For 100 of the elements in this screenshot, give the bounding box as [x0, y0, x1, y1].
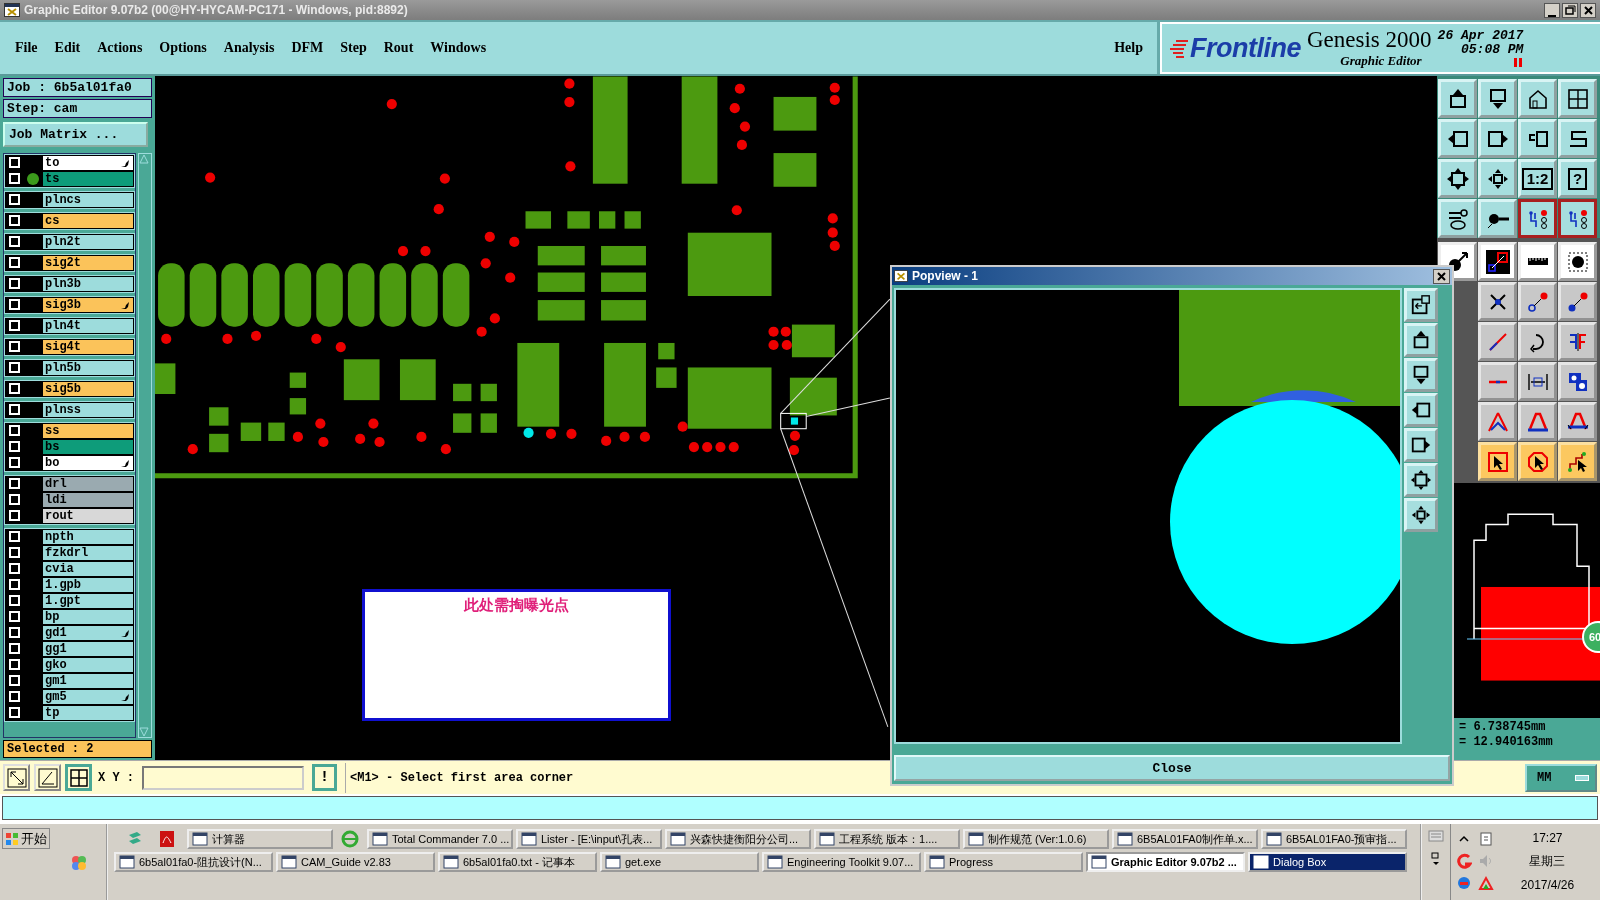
layer-checkbox[interactable] [9, 320, 20, 331]
layer-item[interactable]: pln4t [42, 318, 134, 334]
layer-checkbox[interactable] [9, 425, 20, 436]
layer-checkbox[interactable] [9, 707, 20, 718]
close-button[interactable]: Close [894, 755, 1450, 781]
layer-item[interactable]: 1.gpb [42, 577, 134, 593]
layer-checkbox[interactable] [9, 362, 20, 373]
help-menu[interactable]: Help [1114, 40, 1143, 56]
taskbar-button[interactable]: Progress [924, 852, 1083, 872]
taskbar-button[interactable]: 计算器 [187, 829, 333, 849]
taskbar-button[interactable]: Engineering Toolkit 9.07... [762, 852, 921, 872]
layer-item[interactable]: tp [42, 705, 134, 721]
layer-item[interactable]: fzkdrl [42, 545, 134, 561]
menu-item[interactable]: Analysis [223, 40, 275, 56]
taskbar-button[interactable]: Total Commander 7.0 ... [367, 829, 513, 849]
layer-item[interactable]: ldi [42, 492, 134, 508]
layer-checkbox[interactable] [9, 404, 20, 415]
layer-checkbox[interactable] [9, 341, 20, 352]
layer-item[interactable]: gm1 [42, 673, 134, 689]
menu-item[interactable]: Actions [97, 40, 143, 56]
layer-item[interactable]: cs [42, 213, 134, 229]
taskbar-button[interactable]: get.exe [600, 852, 759, 872]
start-button[interactable]: 开始 [2, 828, 50, 849]
taskbar-button[interactable]: CAM_Guide v2.83 [276, 852, 435, 872]
taskbar-button[interactable]: 工程系统 版本：1.... [814, 829, 960, 849]
taskbar-button[interactable]: 6B5AL01FA0制作单.x... [1112, 829, 1258, 849]
layer-checkbox[interactable] [9, 457, 20, 468]
layer-checkbox[interactable] [9, 691, 20, 702]
layer-item[interactable]: gko [42, 657, 134, 673]
layer-checkbox[interactable] [9, 215, 20, 226]
menu-item[interactable]: DFM [291, 40, 324, 56]
layer-checkbox[interactable] [9, 611, 20, 622]
layer-item[interactable]: 1.gpt [42, 593, 134, 609]
layer-checkbox[interactable] [9, 494, 20, 505]
layer-item[interactable]: ts [42, 171, 134, 187]
layer-item[interactable]: cvia [42, 561, 134, 577]
units-dropdown[interactable]: MM [1525, 763, 1597, 792]
layer-checkbox[interactable] [9, 675, 20, 686]
taskbar-button[interactable]: Graphic Editor 9.07b2 ... [1086, 852, 1245, 872]
layer-item[interactable]: sig3b [42, 297, 134, 313]
layer-checkbox[interactable] [9, 595, 20, 606]
layer-item[interactable]: to [42, 155, 134, 171]
layer-item[interactable]: ss [42, 423, 134, 439]
menu-item[interactable]: Rout [383, 40, 414, 56]
layer-item[interactable]: plncs [42, 192, 134, 208]
layer-item[interactable]: bs [42, 439, 134, 455]
layer-item[interactable]: plnss [42, 402, 134, 418]
taskbar-button[interactable]: Dialog Box [1248, 852, 1407, 872]
menu-item[interactable]: Options [159, 40, 207, 56]
menu-item[interactable]: Edit [54, 40, 81, 56]
layer-checkbox[interactable] [9, 278, 20, 289]
layer-item[interactable]: bo [42, 455, 134, 471]
layer-item[interactable]: rout [42, 508, 134, 524]
taskbar-button[interactable]: 6b5al01fa0.txt - 记事本 [438, 852, 597, 872]
alert-button[interactable]: ! [312, 764, 337, 791]
layer-checkbox[interactable] [9, 299, 20, 310]
layer-checkbox[interactable] [9, 441, 20, 452]
taskbar-button[interactable]: 制作规范 (Ver:1.0.6) [963, 829, 1109, 849]
layer-item[interactable]: gm5 [42, 689, 134, 705]
layer-checkbox[interactable] [9, 478, 20, 489]
tool-button[interactable]: ? [1558, 159, 1597, 198]
coordinate-input[interactable] [142, 765, 304, 790]
close-button[interactable] [1580, 2, 1596, 18]
layer-item[interactable]: bp [42, 609, 134, 625]
taskbar-button[interactable]: 6b5al01fa0-阻抗设计(N... [114, 852, 273, 872]
tool-button[interactable]: 1:2 [1518, 159, 1557, 198]
close-button[interactable] [1433, 268, 1450, 284]
layer-item[interactable]: gg1 [42, 641, 134, 657]
layer-checkbox[interactable] [9, 194, 20, 205]
menu-item[interactable]: Step [340, 40, 367, 56]
layer-item[interactable]: sig2t [42, 255, 134, 271]
layer-checkbox[interactable] [9, 547, 20, 558]
tool-button[interactable] [65, 764, 92, 791]
job-matrix-button[interactable]: Job Matrix ... [3, 122, 148, 147]
layer-item[interactable]: pln2t [42, 234, 134, 250]
layer-checkbox[interactable] [9, 643, 20, 654]
layer-checkbox[interactable] [9, 659, 20, 670]
layer-checkbox[interactable] [9, 257, 20, 268]
taskbar-button[interactable]: Lister - [E:\input\孔表... [516, 829, 662, 849]
layer-checkbox[interactable] [9, 579, 20, 590]
layer-item[interactable]: sig5b [42, 381, 134, 397]
layer-checkbox[interactable] [9, 383, 20, 394]
layer-checkbox[interactable] [9, 236, 20, 247]
layer-checkbox[interactable] [9, 563, 20, 574]
menu-item[interactable]: Windows [430, 40, 487, 56]
taskbar-button[interactable]: 6B5AL01FA0-预审指... [1261, 829, 1407, 849]
layer-item[interactable]: npth [42, 529, 134, 545]
scrollbar[interactable] [138, 153, 152, 738]
layer-checkbox[interactable] [9, 157, 20, 168]
layer-item[interactable]: sig4t [42, 339, 134, 355]
layer-checkbox[interactable] [9, 627, 20, 638]
restore-button[interactable] [1562, 2, 1578, 18]
layer-checkbox[interactable] [9, 173, 20, 184]
menu-item[interactable]: File [15, 40, 38, 56]
layer-checkbox[interactable] [9, 510, 20, 521]
layer-item[interactable]: gd1 [42, 625, 134, 641]
layer-item[interactable]: pln5b [42, 360, 134, 376]
layer-checkbox[interactable] [9, 531, 20, 542]
layer-item[interactable]: drl [42, 476, 134, 492]
minimize-button[interactable] [1544, 2, 1560, 18]
